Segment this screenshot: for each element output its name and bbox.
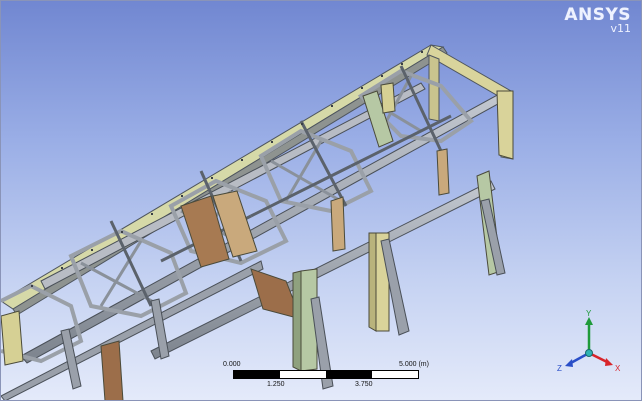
bolt-row	[331, 105, 333, 107]
scale-label-three-quarter: 3.750	[355, 381, 373, 388]
scale-bar	[233, 370, 419, 379]
bolt-row	[121, 231, 123, 233]
z-axis-arrow-icon	[565, 359, 573, 367]
tan-post-mid	[436, 148, 450, 196]
bolt-row	[181, 195, 183, 197]
bolt-row	[421, 51, 423, 53]
bolt-row	[401, 63, 403, 65]
bolt-row	[151, 213, 153, 215]
bolt-row	[301, 123, 303, 125]
bolt-row	[91, 249, 93, 251]
y-axis-label: Y	[586, 309, 592, 318]
z-axis-label: Z	[557, 364, 562, 373]
scale-segment	[280, 371, 326, 378]
scale-label-end: 5.000 (m)	[399, 361, 429, 368]
triad-origin-icon	[585, 349, 593, 357]
y-axis-arrow-icon	[585, 317, 593, 325]
bolt-row	[271, 141, 273, 143]
scale-label-start: 0.000	[223, 361, 241, 368]
bolt-row	[211, 177, 213, 179]
yellow-left-end	[1, 310, 24, 366]
scale-segment	[326, 371, 372, 378]
graphics-viewport[interactable]: ANSYS v11 0.000 5.000 (m) 1.250 3.750 Y …	[0, 0, 642, 401]
x-axis-label: X	[615, 364, 621, 373]
ansys-logo: ANSYS v11	[564, 5, 631, 35]
end-cap-post	[428, 54, 440, 122]
yellow-top-right	[496, 90, 514, 160]
scale-label-quarter: 1.250	[267, 381, 285, 388]
yellow-post-right-side	[368, 232, 377, 332]
green-post-front-side	[292, 270, 302, 372]
bolt-row	[61, 267, 63, 269]
bolt-row	[361, 87, 363, 89]
bolt-row	[31, 285, 33, 287]
scale-segment	[372, 371, 418, 378]
yellow-plate	[380, 82, 396, 114]
brown-post-left	[100, 340, 124, 400]
frame-structure-model[interactable]	[1, 1, 642, 401]
scale-segment	[234, 371, 280, 378]
bolt-row	[381, 75, 383, 77]
tan-post-mid-2	[330, 196, 346, 252]
x-axis-arrow-icon	[605, 358, 613, 366]
bolt-row	[241, 159, 243, 161]
coordinate-triad[interactable]: Y X Z	[553, 309, 623, 379]
